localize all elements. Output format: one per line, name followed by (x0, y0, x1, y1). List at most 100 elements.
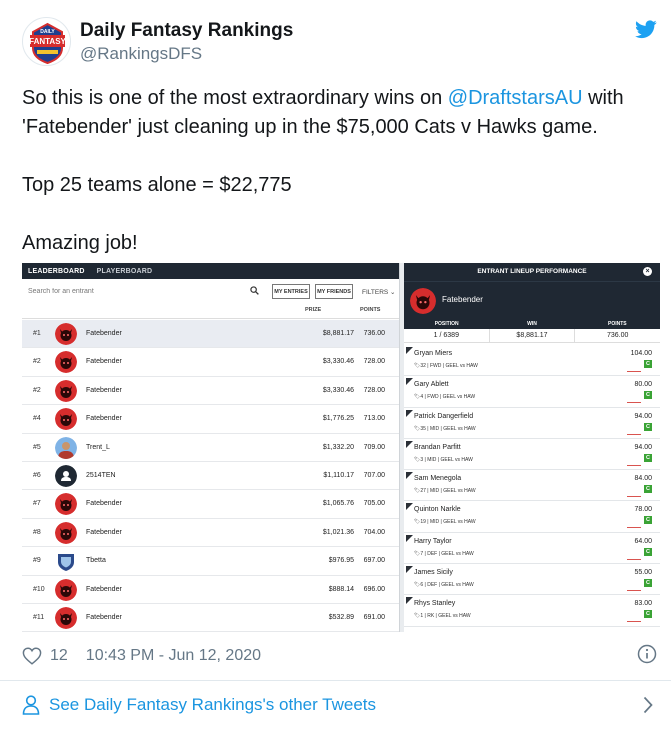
player-name: Rhys Stanley (414, 600, 456, 608)
leaderboard-row[interactable]: #8 Fatebender $1,021.36 704.00 (22, 519, 399, 548)
row-entrant-name[interactable]: Fatebender (86, 500, 122, 507)
my-entries-button[interactable]: MY ENTRIES (272, 284, 310, 299)
captain-badge: C (644, 360, 652, 368)
chevron-right-icon[interactable] (643, 696, 653, 714)
stat-head-win: WIN (527, 321, 537, 327)
lineup-player-row[interactable]: Rhys Stanley 🏷1 | RK | GEEL vs HAW 83.00 C (404, 595, 660, 627)
author-avatar[interactable]: DAILY FANTASY (22, 17, 71, 66)
player-points: 104.00 (630, 350, 652, 357)
author-handle[interactable]: @RankingsDFS (80, 43, 293, 65)
leaderboard-row[interactable]: #5 Trent_L $1,332.20 709.00 (22, 434, 399, 462)
lineup-player-row[interactable]: Patrick Dangerfield 🏷35 | MID | GEEL vs H… (404, 408, 660, 439)
row-prize: $976.95 (328, 557, 354, 565)
tweet-timestamp[interactable]: 10:43 PM - Jun 12, 2020 (86, 647, 261, 665)
row-entrant-name[interactable]: Fatebender (86, 387, 122, 394)
user-photo-avatar (55, 436, 77, 459)
tweet-media[interactable]: LEADERBOARD PLAYERBOARD MY ENTRIES MY FR… (22, 263, 660, 632)
row-points: 691.00 (363, 613, 385, 621)
row-prize: $1,065.76 (322, 500, 354, 508)
search-icon[interactable] (250, 286, 259, 295)
leaderboard-tabs: LEADERBOARD PLAYERBOARD (22, 263, 399, 279)
performance-bar (627, 402, 641, 404)
lineup-stats-header: POSITION WIN POINTS (404, 319, 660, 329)
leaderboard-row[interactable]: #2 Fatebender $3,330.46 728.00 (22, 348, 399, 377)
tweet-line-1: So this is one of the most extraordinary… (22, 87, 624, 109)
leaderboard-row[interactable]: #11 Fatebender $532.89 691.00 (22, 604, 399, 632)
player-points: 83.00 (634, 600, 652, 608)
row-points: 736.00 (363, 330, 385, 337)
twitter-bird-icon[interactable] (635, 20, 657, 39)
player-points: 84.00 (634, 475, 652, 483)
lineup-player-row[interactable]: Harry Taylor 🏷7 | DEF | GEEL vs HAW 64.00 C (404, 533, 660, 565)
leaderboard-rows: #1 Fatebender $8,881.17 736.00 #2 Fatebender $… (22, 320, 399, 632)
devil-avatar-icon (55, 323, 77, 345)
like-count[interactable]: 12 (50, 647, 68, 665)
devil-avatar-icon (55, 379, 77, 402)
player-points: 94.00 (634, 412, 652, 420)
lineup-player-row[interactable]: Brandan Parfitt 🏷3 | MID | GEEL vs HAW 94.… (404, 439, 660, 471)
leaderboard-row[interactable]: #9 Tbetta $976.95 697.00 (22, 547, 399, 576)
player-meta: 🏷27 | MID | GEEL vs HAW (414, 488, 476, 495)
row-entrant-name[interactable]: Trent_L (86, 444, 110, 451)
row-entrant-name[interactable]: Tbetta (86, 557, 106, 564)
tweet-line-3: Top 25 teams alone = $22,775 (22, 174, 292, 196)
row-rank: #10 (33, 585, 45, 593)
row-rank: #4 (33, 415, 41, 423)
performance-bar (627, 464, 641, 466)
lineup-player-row[interactable]: Gary Ablett 🏷4 | FWD | GEEL vs HAW 80.00 C (404, 376, 660, 408)
leaderboard-row[interactable]: #10 Fatebender $888.14 696.00 (22, 576, 399, 604)
row-prize: $3,330.46 (322, 358, 354, 366)
row-entrant-name[interactable]: Fatebender (86, 529, 122, 536)
player-meta: 🏷32 | FWD | GEEL vs HAW (414, 363, 478, 369)
lineup-player-row[interactable]: Gryan Miers 🏷32 | FWD | GEEL vs HAW 104.00… (404, 345, 660, 377)
my-friends-button[interactable]: MY FRIENDS (315, 284, 353, 299)
tab-leaderboard[interactable]: LEADERBOARD (28, 268, 85, 275)
corner-marker-icon (406, 534, 413, 542)
filters-dropdown[interactable]: FILTERS ⌄ (362, 288, 396, 296)
row-entrant-name[interactable]: Fatebender (86, 586, 122, 593)
devil-avatar-icon (55, 493, 77, 516)
see-more-tweets-link[interactable]: See Daily Fantasy Rankings's other Tweet… (22, 693, 657, 717)
corner-marker-icon (406, 472, 413, 480)
corner-marker-icon (406, 347, 413, 354)
col-prize[interactable]: PRIZE (305, 307, 321, 313)
author-display-name[interactable]: Daily Fantasy Rankings (80, 20, 293, 42)
row-entrant-name[interactable]: Fatebender (86, 358, 122, 365)
heart-icon[interactable] (22, 647, 42, 665)
row-points: 707.00 (363, 471, 385, 479)
leaderboard-row[interactable]: #1 Fatebender $8,881.17 736.00 (22, 320, 399, 349)
row-entrant-name[interactable]: Fatebender (86, 614, 122, 621)
player-name: Brandan Parfitt (414, 443, 461, 451)
lineup-player-row[interactable]: Sam Menegola 🏷27 | MID | GEEL vs HAW 84.00… (404, 470, 660, 502)
mention-link[interactable]: @DraftstarsAU (448, 87, 583, 109)
row-entrant-name[interactable]: Fatebender (86, 330, 122, 337)
row-entrant-name[interactable]: 2514TEN (86, 472, 116, 479)
row-points: 696.00 (363, 585, 385, 593)
leaderboard-panel: LEADERBOARD PLAYERBOARD MY ENTRIES MY FR… (22, 263, 400, 632)
leaderboard-row[interactable]: #2 Fatebender $3,330.46 728.00 (22, 377, 399, 406)
lineup-user: Fatebender (404, 281, 660, 319)
lineup-player-row[interactable]: Quinton Narkle 🏷19 | MID | GEEL vs HAW 78.… (404, 501, 660, 533)
svg-text:DAILY: DAILY (40, 29, 55, 35)
row-rank: #11 (33, 613, 45, 621)
stat-head-position: POSITION (434, 321, 459, 327)
leaderboard-row[interactable]: #7 Fatebender $1,065.76 705.00 (22, 490, 399, 519)
person-icon (22, 695, 40, 715)
lineup-player-row[interactable]: James Sicily 🏷6 | DEF | GEEL vs HAW 55.00 C (404, 564, 660, 596)
leaderboard-row[interactable]: #6 2514TEN $1,110.17 707.00 (22, 462, 399, 491)
row-points: 728.00 (363, 386, 385, 394)
tab-playerboard[interactable]: PLAYERBOARD (97, 268, 153, 275)
entrant-search-input[interactable] (28, 287, 228, 295)
leaderboard-row[interactable]: #4 Fatebender $1,776.25 713.00 (22, 405, 399, 434)
row-entrant-name[interactable]: Fatebender (86, 415, 122, 422)
see-more-label[interactable]: See Daily Fantasy Rankings's other Tweet… (49, 695, 376, 715)
row-prize: $3,330.46 (322, 386, 354, 394)
col-points[interactable]: POINTS (360, 307, 380, 313)
row-rank: #6 (33, 471, 41, 479)
tweet-line-4: Amazing job! (22, 232, 138, 254)
close-icon[interactable]: × (643, 267, 652, 276)
info-icon[interactable] (637, 644, 657, 664)
tweet-line-2: 'Fatebender' just cleaning up in the $75… (22, 116, 598, 138)
corner-marker-icon (406, 503, 413, 511)
corner-marker-icon (406, 409, 413, 417)
